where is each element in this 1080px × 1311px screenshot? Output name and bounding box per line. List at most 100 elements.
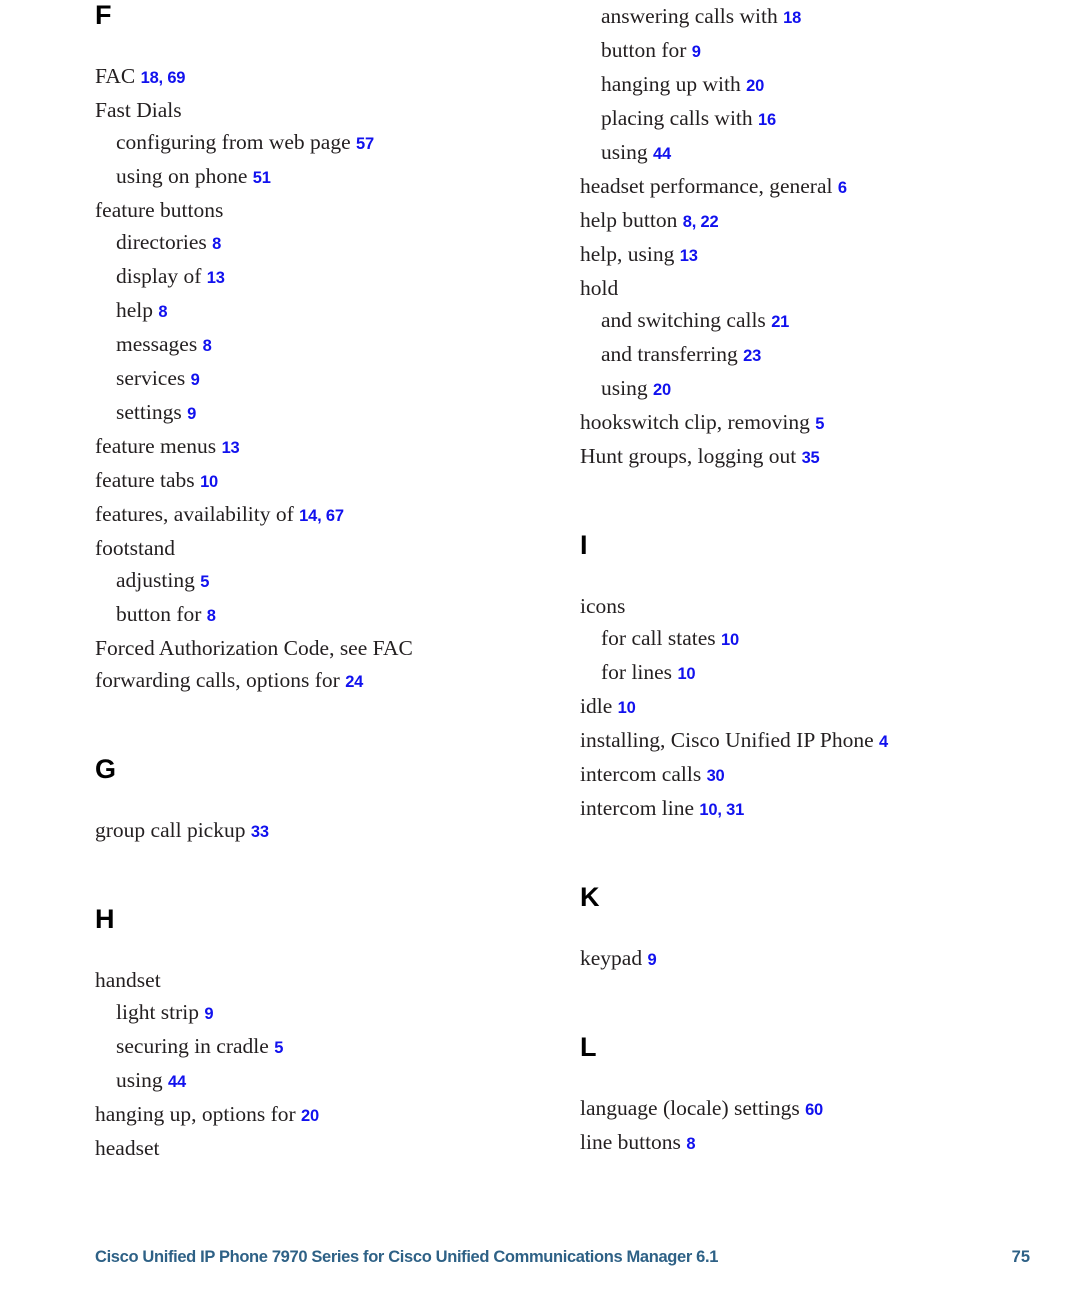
index-entry-page-numbers[interactable]: 18 [783, 9, 801, 27]
index-entry-page-numbers[interactable]: 33 [251, 823, 269, 841]
index-entry-page-numbers[interactable]: 51 [253, 169, 271, 187]
index-entry-page-numbers[interactable]: 8 [207, 607, 216, 625]
index-entry-label: messages [116, 332, 198, 356]
index-entry-label: footstand [95, 536, 176, 560]
index-entry-page-numbers[interactable]: 16 [758, 111, 776, 129]
index-entry-label: using on phone [116, 164, 248, 188]
index-entry-label: using [601, 376, 648, 400]
index-entry: feature menus 13 [95, 430, 565, 464]
index-entry-page-numbers[interactable]: 10 [618, 699, 636, 717]
index-entry-page-numbers[interactable]: 35 [802, 449, 820, 467]
index-entry: configuring from web page 57 [95, 126, 565, 160]
index-entry-page-numbers[interactable]: 10 [200, 473, 218, 491]
index-entry-page-numbers[interactable]: 9 [204, 1005, 213, 1023]
index-entry-label: directories [116, 230, 207, 254]
index-entry-label: and transferring [601, 342, 738, 366]
index-entry-page-numbers[interactable]: 9 [647, 951, 656, 969]
index-entry: Hunt groups, logging out 35 [580, 440, 1050, 474]
index-entry: line buttons 8 [580, 1126, 1050, 1160]
index-entry-page-numbers[interactable]: 8 [686, 1135, 695, 1153]
index-entry: messages 8 [95, 328, 565, 362]
index-entry-page-numbers[interactable]: 9 [692, 43, 701, 61]
index-entry: icons [580, 590, 1050, 622]
index-entry-page-numbers[interactable]: 8 [203, 337, 212, 355]
index-entry-page-numbers[interactable]: 18, 69 [141, 69, 186, 87]
index-entry-page-numbers[interactable]: 13 [207, 269, 225, 287]
index-entry: forwarding calls, options for 24 [95, 664, 565, 698]
index-entry-page-numbers[interactable]: 10 [721, 631, 739, 649]
index-entry-label: headset performance, general [580, 174, 833, 198]
index-entry-label: hanging up, options for [95, 1102, 296, 1126]
index-entry-page-numbers[interactable]: 10, 31 [699, 801, 744, 819]
index-entry: using 44 [580, 136, 1050, 170]
index-entry: features, availability of 14, 67 [95, 498, 565, 532]
index-entry-page-numbers[interactable]: 24 [345, 673, 363, 691]
index-entry-page-numbers[interactable]: 10 [677, 665, 695, 683]
index-entry-page-numbers[interactable]: 14, 67 [299, 507, 344, 525]
index-entry: help 8 [95, 294, 565, 328]
index-entry-page-numbers[interactable]: 13 [222, 439, 240, 457]
index-entry-label: placing calls with [601, 106, 753, 130]
index-entry-label: configuring from web page [116, 130, 351, 154]
index-entry: handset [95, 964, 565, 996]
index-entry-page-numbers[interactable]: 5 [200, 573, 209, 591]
index-entry: headset [95, 1132, 565, 1164]
index-entry-page-numbers[interactable]: 57 [356, 135, 374, 153]
index-entry-label: services [116, 366, 186, 390]
index-entry: button for 8 [95, 598, 565, 632]
index-entry-label: for call states [601, 626, 716, 650]
index-entry: feature tabs 10 [95, 464, 565, 498]
index-entry-label: line buttons [580, 1130, 681, 1154]
index-entry-page-numbers[interactable]: 6 [838, 179, 847, 197]
index-entry-page-numbers[interactable]: 9 [187, 405, 196, 423]
index-entry: adjusting 5 [95, 564, 565, 598]
index-entry-label: adjusting [116, 568, 195, 592]
index-entry-page-numbers[interactable]: 13 [680, 247, 698, 265]
index-entry: group call pickup 33 [95, 814, 565, 848]
index-entry-label: Forced Authorization Code, see FAC [95, 636, 413, 660]
index-entry: using on phone 51 [95, 160, 565, 194]
index-entry-page-numbers[interactable]: 4 [879, 733, 888, 751]
index-entry-label: handset [95, 968, 161, 992]
index-column-left: F FAC 18, 69 Fast Dials configuring from we… [95, 0, 565, 1200]
index-entry: Forced Authorization Code, see FAC [95, 632, 565, 664]
index-entry-label: display of [116, 264, 202, 288]
index-entry-page-numbers[interactable]: 44 [168, 1073, 186, 1091]
index-entry: button for 9 [580, 34, 1050, 68]
index-entry: and transferring 23 [580, 338, 1050, 372]
index-section-heading-k: K [580, 882, 600, 912]
index-entry-label: and switching calls [601, 308, 766, 332]
index-entry-page-numbers[interactable]: 8 [212, 235, 221, 253]
index-entry-label: help [116, 298, 154, 322]
index-entry-page-numbers[interactable]: 20 [653, 381, 671, 399]
index-entry: hold [580, 272, 1050, 304]
index-entry-page-numbers[interactable]: 9 [191, 371, 200, 389]
index-entry: using 20 [580, 372, 1050, 406]
index-entry: hookswitch clip, removing 5 [580, 406, 1050, 440]
index-entry: FAC 18, 69 [95, 60, 565, 94]
index-entry-page-numbers[interactable]: 20 [301, 1107, 319, 1125]
index-entry: services 9 [95, 362, 565, 396]
index-entry: for lines 10 [580, 656, 1050, 690]
index-entry: securing in cradle 5 [95, 1030, 565, 1064]
index-entry-page-numbers[interactable]: 23 [743, 347, 761, 365]
index-entry: feature buttons [95, 194, 565, 226]
index-entry-page-numbers[interactable]: 5 [815, 415, 824, 433]
index-column-right: answering calls with 18 button for 9 hangi… [580, 0, 1050, 1200]
index-entry: idle 10 [580, 690, 1050, 724]
index-entry-label: settings [116, 400, 182, 424]
index-entry-page-numbers[interactable]: 21 [771, 313, 789, 331]
index-entry-page-numbers[interactable]: 60 [805, 1101, 823, 1119]
index-entry-label: language (locale) settings [580, 1096, 800, 1120]
index-entry-label: installing, Cisco Unified IP Phone [580, 728, 874, 752]
index-entry-page-numbers[interactable]: 8, 22 [683, 213, 719, 231]
index-section-heading-f: F [95, 0, 112, 30]
index-entry-page-numbers[interactable]: 44 [653, 145, 671, 163]
index-entry: Fast Dials [95, 94, 565, 126]
index-entry-label: button for [601, 38, 687, 62]
index-entry-page-numbers[interactable]: 8 [158, 303, 167, 321]
index-entry: display of 13 [95, 260, 565, 294]
index-entry-page-numbers[interactable]: 30 [707, 767, 725, 785]
index-entry-page-numbers[interactable]: 20 [746, 77, 764, 95]
index-entry-page-numbers[interactable]: 5 [274, 1039, 283, 1057]
